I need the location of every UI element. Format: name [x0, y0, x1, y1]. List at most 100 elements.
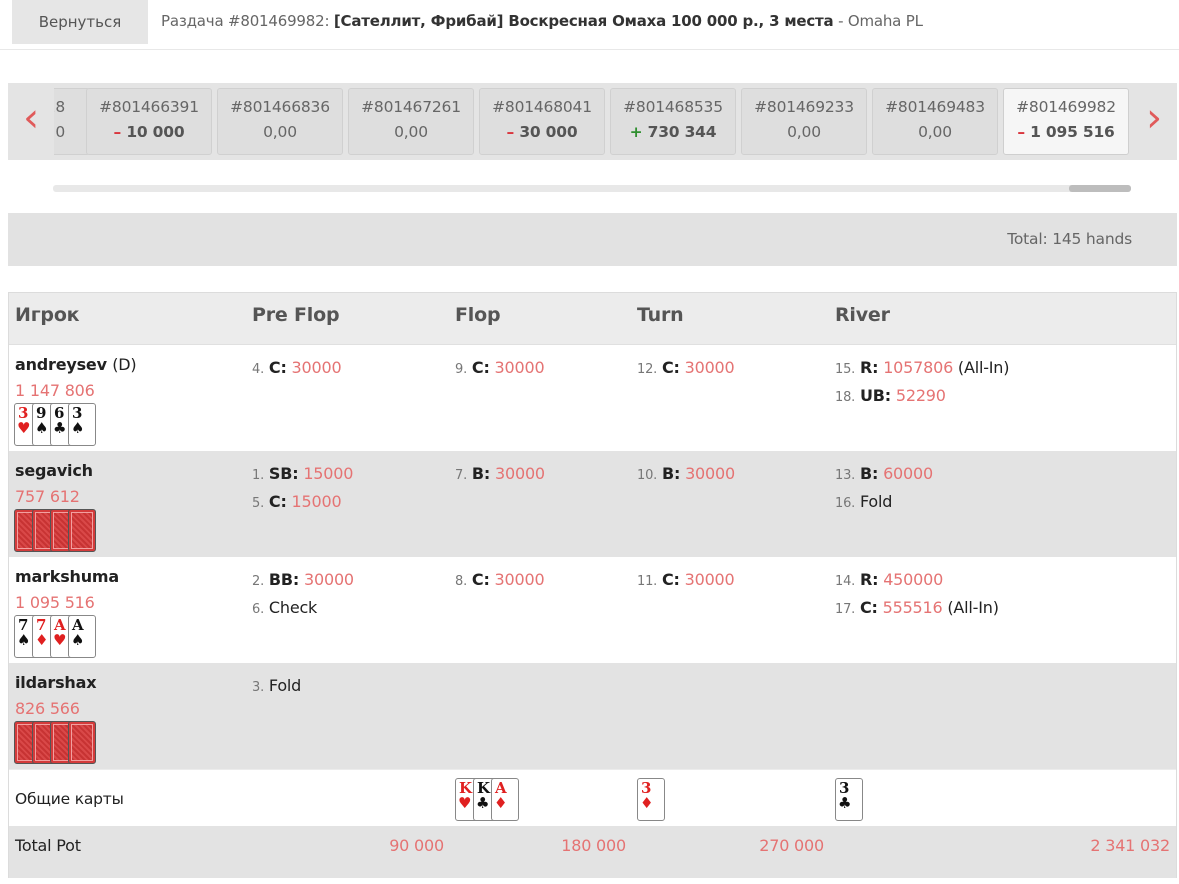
action-type: R:: [859, 358, 879, 377]
hand-history-table: Игрок Pre Flop Flop Turn River andreysev…: [8, 292, 1177, 878]
actions-flop: 7. B: 30000: [455, 461, 545, 489]
action-number: 18.: [835, 390, 856, 405]
action-amount: 30000: [684, 570, 735, 589]
actions-preflop: 3. Fold: [252, 673, 301, 701]
action-type: C:: [471, 570, 490, 589]
total-hands-text: Total: 145 hands: [1007, 230, 1132, 248]
chevron-right-icon[interactable]: ›: [1131, 83, 1177, 160]
action-amount: 30000: [495, 464, 545, 483]
hand-tile[interactable]: #801469982 – 1 095 516: [1003, 88, 1129, 155]
action-amount: 52290: [895, 386, 946, 405]
action-number: 1.: [252, 468, 265, 483]
hand-tile[interactable]: #801466391 – 10 000: [86, 88, 212, 155]
player-name[interactable]: segavich: [15, 461, 93, 480]
action-type: C:: [661, 570, 680, 589]
action-number: 17.: [835, 602, 856, 617]
player-row: andreysev (D) 1 147 806 3 ♥ 9 ♠ 6 ♣ 3 ♠ 4. C: 3000…: [9, 345, 1176, 451]
total-pot-row: Total Pot 90 000 180 000 270 000 2 341 0…: [9, 826, 1176, 878]
action-note: Check: [268, 598, 318, 617]
card-suit-icon: ♠: [35, 419, 49, 437]
action-type: B:: [859, 464, 879, 483]
action-amount: 30000: [684, 358, 735, 377]
action-entry: 7. B: 30000: [455, 461, 545, 489]
hand-tile-result: – 30 000: [480, 123, 604, 141]
action-note: Fold: [268, 676, 302, 695]
action-entry: 16. Fold: [835, 489, 933, 517]
result-amount: 1 095 516: [1030, 123, 1115, 141]
hand-tile[interactable]: #801469233 0,00: [741, 88, 867, 155]
result-amount: 730 344: [647, 123, 717, 141]
hand-tile-id: #801466836: [230, 98, 330, 116]
actions-preflop: 1. SB: 15000 5. C: 15000: [252, 461, 353, 517]
actions-turn: 12. C: 30000: [637, 355, 735, 383]
card-suit-icon: ♠: [17, 631, 31, 649]
actions-flop: 9. C: 30000: [455, 355, 545, 383]
action-type: C:: [268, 358, 287, 377]
action-type: UB:: [859, 386, 891, 405]
board-label: Общие карты: [15, 790, 124, 808]
top-bar: Вернуться Раздача #801469982: [Сателлит,…: [0, 0, 1179, 50]
action-number: 9.: [455, 362, 468, 377]
action-amount: 450000: [883, 570, 944, 589]
hand-tile-id: #801467261: [361, 98, 461, 116]
card-suit-icon: ♦: [494, 794, 508, 812]
chevron-left-icon[interactable]: ‹: [8, 83, 54, 160]
action-entry: 2. BB: 30000: [252, 567, 354, 595]
player-name[interactable]: markshuma: [15, 567, 119, 586]
actions-river: 13. B: 60000 16. Fold: [835, 461, 933, 517]
back-button[interactable]: Вернуться: [12, 0, 148, 44]
result-sign: +: [629, 123, 643, 141]
result-amount: 0,00: [394, 123, 428, 141]
action-number: 10.: [637, 468, 658, 483]
card-suit-icon: ♥: [53, 631, 67, 649]
total-hands-bar: Total: 145 hands: [8, 213, 1177, 266]
actions-river: 14. R: 450000 17. C: 555516 (All-In): [835, 567, 999, 623]
card-suit-icon: ♥: [17, 419, 31, 437]
card-suit-icon: ♠: [71, 419, 85, 437]
hand-tile[interactable]: #801467261 0,00: [348, 88, 474, 155]
action-amount: 1057806: [883, 358, 954, 377]
actions-river: 15. R: 1057806 (All-In) 18. UB: 52290: [835, 355, 1009, 411]
header-turn: Turn: [637, 304, 684, 326]
action-entry: 11. C: 30000: [637, 567, 735, 595]
hand-tile-result: 0,00: [218, 123, 342, 141]
playing-card: A ♦: [491, 778, 519, 821]
scrollbar-thumb[interactable]: [1069, 185, 1131, 192]
player-stack: 1 147 806: [15, 381, 95, 400]
carousel-scrollbar[interactable]: [53, 185, 1131, 192]
hands-carousel: ‹ 18 0 #801466391– 10 000 #801466836 0,00 #…: [8, 83, 1177, 160]
hand-tile[interactable]: #801468535 + 730 344: [610, 88, 736, 155]
action-amount: 30000: [291, 358, 342, 377]
card-suit-icon: ♣: [476, 794, 490, 812]
playing-card: 3 ♦: [637, 778, 665, 821]
action-amount: 30000: [494, 570, 545, 589]
hand-tile-id: #801468535: [623, 98, 723, 116]
action-number: 16.: [835, 496, 856, 511]
player-name[interactable]: andreysev (D): [15, 355, 137, 374]
hand-tile-id: #801466391: [99, 98, 199, 116]
action-entry: 10. B: 30000: [637, 461, 735, 489]
total-pot-label: Total Pot: [15, 836, 81, 855]
actions-preflop: 2. BB: 30000 6. Check: [252, 567, 354, 623]
header-flop: Flop: [455, 304, 501, 326]
board-row: Общие карты K ♥ K ♣ A ♦ 3 ♦ 3 ♣: [9, 769, 1176, 826]
player-name[interactable]: ildarshax: [15, 673, 97, 692]
action-note: Fold: [859, 492, 893, 511]
hand-tile[interactable]: #801468041 – 30 000: [479, 88, 605, 155]
action-number: 15.: [835, 362, 856, 377]
action-entry: 14. R: 450000: [835, 567, 999, 595]
card-suit-icon: ♥: [458, 794, 472, 812]
table-header: Игрок Pre Flop Flop Turn River: [9, 293, 1176, 345]
action-number: 12.: [637, 362, 658, 377]
hand-tile[interactable]: #801466836 0,00: [217, 88, 343, 155]
hand-tile[interactable]: #801469483 0,00: [872, 88, 998, 155]
action-entry: 3. Fold: [252, 673, 301, 701]
action-entry: 18. UB: 52290: [835, 383, 1009, 411]
card-suit-icon: ♦: [640, 794, 654, 812]
card-suit-icon: ♣: [838, 794, 852, 812]
action-type: B:: [471, 464, 491, 483]
pot-turn: 270 000: [759, 836, 824, 855]
actions-flop: 8. C: 30000: [455, 567, 545, 595]
hand-number: Раздача #801469982:: [161, 12, 330, 30]
action-type: B:: [661, 464, 681, 483]
